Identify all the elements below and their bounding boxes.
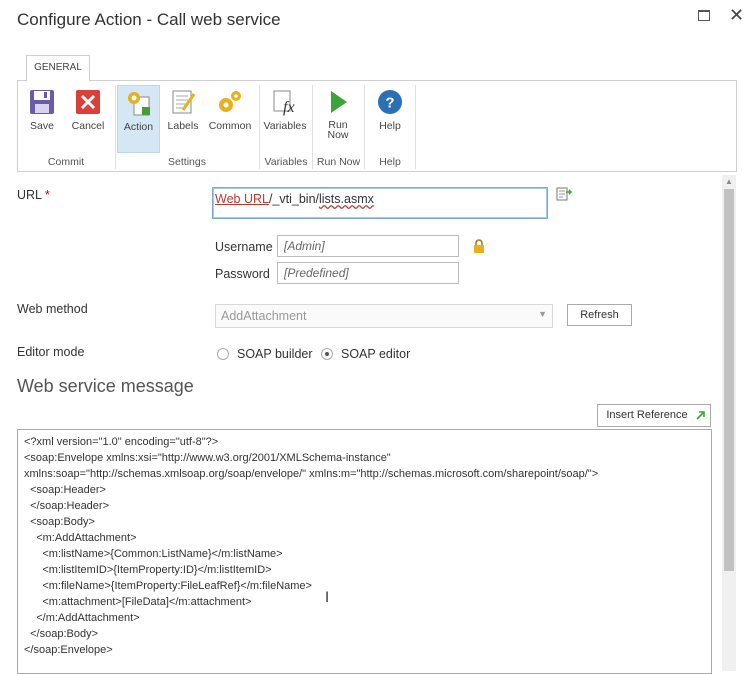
insert-reference-icon[interactable] [556, 186, 572, 202]
save-button[interactable]: Save [22, 85, 62, 153]
group-separator [115, 85, 116, 169]
editor-line: <m:AddAttachment> [24, 532, 137, 544]
variables-button[interactable]: fx Variables [262, 85, 308, 153]
tab-general[interactable]: GENERAL [26, 55, 90, 81]
editor-line: </soap:Header> [24, 500, 110, 512]
web-method-select[interactable]: AddAttachment ▼ [215, 304, 553, 328]
run-now-label-2: Now [327, 129, 349, 141]
group-label-commit: Commit [47, 156, 85, 168]
variables-label: Variables [263, 120, 307, 132]
refresh-button[interactable]: Refresh [567, 304, 632, 326]
close-icon[interactable]: ✕ [729, 5, 744, 26]
editor-line: </soap:Envelope> [24, 644, 113, 656]
labels-icon [172, 90, 196, 114]
play-icon [331, 91, 347, 113]
password-input[interactable]: [Predefined] [277, 262, 459, 284]
help-button[interactable]: ? Help [370, 85, 410, 153]
url-path-separator: /_vti_bin/ [268, 192, 319, 206]
ribbon: Save Cancel Action Labels Common fx Vari… [17, 80, 737, 172]
group-label-settings: Settings [168, 156, 206, 168]
save-label: Save [30, 120, 54, 132]
cancel-icon [76, 90, 100, 114]
help-label: Help [379, 120, 401, 132]
svg-text:fx: fx [283, 99, 295, 116]
web-method-label: Web method [17, 302, 88, 316]
editor-line: <m:attachment>[FileData]</m:attachment> [24, 596, 252, 608]
group-separator [415, 85, 416, 169]
web-service-message-title: Web service message [17, 376, 194, 396]
scrollbar[interactable]: ▲ [722, 175, 736, 671]
editor-line: <m:fileName>{ItemProperty:FileLeafRef}</… [24, 580, 312, 592]
cancel-label: Cancel [71, 120, 105, 132]
editor-line: <m:listName>{Common:ListName}</m:listNam… [24, 548, 283, 560]
insert-reference-button[interactable]: Insert Reference [597, 404, 711, 427]
url-input[interactable]: Web URL/_vti_bin/lists.asmx [212, 187, 548, 219]
insert-reference-label: Insert Reference [606, 409, 688, 421]
soap-builder-radio[interactable] [217, 348, 229, 360]
editor-line: </m:AddAttachment> [24, 612, 140, 624]
labels-label: Labels [167, 120, 199, 132]
insert-arrow-icon [696, 411, 705, 420]
editor-line: <soap:Header> [24, 484, 106, 496]
lock-icon[interactable] [473, 239, 485, 253]
editor-line: <soap:Body> [24, 516, 95, 528]
group-label-variables: Variables [264, 156, 308, 168]
password-label: Password [215, 267, 270, 281]
group-label-run-now: Run Now [316, 156, 361, 168]
dialog-title: Configure Action - Call web service [17, 10, 281, 29]
common-button[interactable]: Common [206, 85, 254, 153]
svg-text:?: ? [385, 95, 394, 112]
scroll-up-icon[interactable]: ▲ [725, 177, 733, 186]
soap-message-editor[interactable]: <?xml version="1.0" encoding="utf-8"?> <… [17, 429, 712, 674]
username-input[interactable]: [Admin] [277, 235, 459, 257]
editor-line: </soap:Body> [24, 628, 98, 640]
help-icon: ? [378, 90, 402, 114]
editor-mode-label: Editor mode [17, 345, 85, 359]
scroll-thumb[interactable] [724, 189, 734, 571]
editor-line: <?xml version="1.0" encoding="utf-8"?> [24, 436, 219, 448]
action-label: Action [123, 121, 154, 133]
username-label: Username [215, 240, 273, 254]
group-label-help: Help [379, 156, 401, 168]
soap-editor-radio[interactable] [321, 348, 333, 360]
soap-editor-label[interactable]: SOAP editor [341, 347, 410, 361]
url-token-web-url[interactable]: Web URL [215, 192, 269, 206]
web-method-value: AddAttachment [221, 309, 307, 323]
save-icon [30, 90, 54, 114]
text-cursor-icon: I [325, 590, 330, 606]
gear-document-icon [127, 92, 150, 116]
cancel-button[interactable]: Cancel [66, 85, 110, 153]
maximize-icon[interactable] [698, 10, 710, 21]
required-marker: * [45, 188, 50, 202]
url-label-text: URL [17, 188, 42, 202]
gears-icon [219, 91, 241, 112]
action-button[interactable]: Action [117, 85, 160, 153]
chevron-down-icon: ▼ [538, 309, 547, 319]
common-label: Common [208, 120, 252, 132]
editor-line: xmlns:soap="http://schemas.xmlsoap.org/s… [24, 468, 599, 480]
url-label: URL * [17, 188, 50, 202]
editor-line: <m:listItemID>{ItemProperty:ID}</m:listI… [24, 564, 272, 576]
soap-builder-label[interactable]: SOAP builder [237, 347, 313, 361]
url-file: lists.asmx [319, 192, 374, 206]
labels-button[interactable]: Labels [163, 85, 203, 153]
variables-icon: fx [273, 90, 295, 116]
soap-message-text[interactable]: <?xml version="1.0" encoding="utf-8"?> <… [24, 434, 705, 658]
run-now-button[interactable]: Run Now [317, 85, 359, 153]
editor-line: <soap:Envelope xmlns:xsi="http://www.w3.… [24, 452, 391, 464]
